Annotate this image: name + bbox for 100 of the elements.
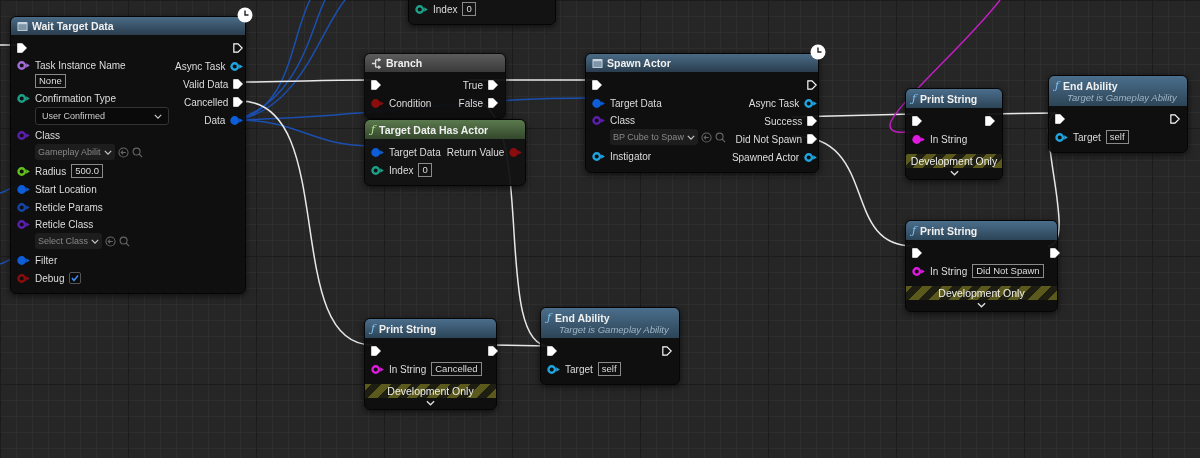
- pin-label: Instigator: [610, 150, 652, 162]
- node-title: Wait Target Data: [32, 20, 114, 32]
- exec-pin-icon[interactable]: [912, 116, 922, 126]
- pin-label: False: [458, 97, 483, 109]
- graph-node[interactable]: ƒ Print String In String Development Only: [905, 88, 1003, 180]
- function-icon: ƒ: [547, 311, 552, 324]
- pin-label: Valid Data: [183, 78, 229, 90]
- data-pin-icon[interactable]: [371, 364, 384, 374]
- pin-label: Condition: [389, 97, 432, 109]
- pin-label: Class: [610, 115, 635, 126]
- development-banner: Development Only: [906, 286, 1057, 300]
- value-field[interactable]: Cancelled: [431, 362, 482, 376]
- graph-node[interactable]: Spawn Actor Target Data Class BP Cube to Spaw Instigator Async Task Success Did Not Spawn Spawned Actor: [585, 53, 819, 173]
- pin-label: Data: [204, 114, 226, 126]
- data-pin-icon[interactable]: [17, 166, 30, 176]
- data-pin-icon[interactable]: [804, 152, 818, 162]
- exec-pin-icon[interactable]: [488, 80, 498, 90]
- arrow-left-icon[interactable]: [117, 146, 129, 158]
- graph-node[interactable]: Index 0: [408, 0, 556, 25]
- data-pin-icon[interactable]: [1055, 132, 1068, 142]
- caret-icon: [103, 149, 112, 155]
- search-icon[interactable]: [119, 235, 131, 247]
- node-title: Spawn Actor: [607, 57, 671, 69]
- exec-pin-icon[interactable]: [985, 116, 995, 126]
- node-title: Print String: [920, 224, 978, 237]
- exec-pin-icon[interactable]: [547, 346, 557, 356]
- exec-pin-icon[interactable]: [371, 80, 381, 90]
- exec-pin-icon[interactable]: [233, 79, 244, 89]
- branch-icon: [371, 57, 382, 69]
- data-pin-icon[interactable]: [592, 151, 605, 161]
- data-pin-icon[interactable]: [230, 61, 244, 71]
- window-icon: [17, 20, 28, 32]
- graph-node[interactable]: ƒ Print String In String Did Not Spawn Development Only: [905, 220, 1058, 312]
- pin-label: Did Not Spawn: [735, 133, 803, 145]
- graph-node[interactable]: ƒ End Ability Target is Gameplay Ability Target self: [540, 307, 680, 385]
- function-icon: ƒ: [371, 123, 376, 136]
- chevron-down-icon[interactable]: [949, 170, 959, 176]
- search-icon[interactable]: [131, 146, 143, 158]
- exec-pin-icon[interactable]: [807, 134, 818, 144]
- data-pin-icon[interactable]: [415, 4, 428, 14]
- pin-label: Filter: [35, 254, 58, 266]
- node-subtitle: Target is Gameplay Ability: [558, 324, 670, 335]
- exec-pin-icon[interactable]: [1049, 248, 1060, 258]
- value-field[interactable]: self: [1105, 130, 1129, 144]
- search-icon[interactable]: [714, 131, 726, 143]
- function-icon: ƒ: [371, 322, 376, 335]
- pin-label: Target Data: [610, 97, 662, 109]
- node-title: End Ability: [1063, 79, 1118, 92]
- graph-node[interactable]: ƒ Print String In String Cancelled Development Only: [364, 318, 497, 410]
- value-field[interactable]: 0: [418, 163, 432, 177]
- pin-label: Start Location: [35, 183, 97, 195]
- data-pin-icon[interactable]: [371, 165, 384, 175]
- graph-node[interactable]: [10, 16, 246, 294]
- exec-pin-icon[interactable]: [912, 248, 922, 258]
- graph-node[interactable]: Branch Condition True False: [364, 53, 506, 119]
- pin-label: Task Instance Name: [35, 60, 126, 71]
- pin-label: Target Data: [389, 146, 441, 158]
- class-dropdown[interactable]: Gameplay Abilit: [35, 144, 115, 160]
- exec-pin-icon[interactable]: [807, 116, 818, 126]
- data-pin-icon[interactable]: [912, 266, 925, 276]
- pin-label: Async Task: [748, 97, 800, 109]
- dropdown[interactable]: User Confirmed: [35, 107, 169, 125]
- class-dropdown[interactable]: BP Cube to Spaw: [610, 129, 698, 145]
- exec-pin-icon[interactable]: [488, 98, 498, 108]
- data-pin-icon[interactable]: [17, 61, 30, 70]
- pin-label: Radius: [35, 165, 67, 177]
- data-pin-icon[interactable]: [804, 98, 818, 108]
- chevron-down-icon[interactable]: [977, 302, 986, 308]
- arrow-left-icon[interactable]: [105, 235, 117, 247]
- exec-pin-icon[interactable]: [17, 43, 27, 53]
- value-field[interactable]: Did Not Spawn: [972, 264, 1044, 278]
- value-field[interactable]: 0: [462, 2, 476, 16]
- pin-label: Cancelled: [183, 96, 229, 108]
- function-icon: ƒ: [1055, 79, 1060, 92]
- class-dropdown[interactable]: Select Class: [35, 233, 103, 249]
- caret-icon: [686, 134, 695, 140]
- pin-label: True: [462, 79, 483, 91]
- chevron-down-icon[interactable]: [426, 400, 435, 406]
- value-field[interactable]: None: [35, 74, 66, 88]
- node-title: Print String: [920, 92, 978, 105]
- graph-node[interactable]: ƒ Target Data Has Actor Target Data Index 0 Return Value: [364, 119, 526, 186]
- exec-pin-icon[interactable]: [233, 97, 244, 107]
- data-pin-icon[interactable]: [17, 94, 30, 103]
- pin-label: In String: [930, 265, 968, 277]
- exec-pin-icon[interactable]: [1170, 114, 1180, 124]
- exec-pin-icon[interactable]: [807, 80, 818, 90]
- graph-node[interactable]: ƒ End Ability Target is Gameplay Ability Target self: [1048, 75, 1188, 153]
- data-pin-icon[interactable]: [547, 364, 560, 374]
- data-pin-icon[interactable]: [912, 134, 925, 144]
- value-field[interactable]: self: [597, 362, 621, 376]
- checkbox[interactable]: [69, 272, 82, 284]
- value-field[interactable]: 500.0: [71, 164, 103, 178]
- exec-pin-icon[interactable]: [592, 80, 602, 90]
- pin-label: Index: [389, 164, 414, 176]
- exec-pin-icon[interactable]: [371, 346, 381, 356]
- exec-pin-icon[interactable]: [662, 346, 672, 356]
- exec-pin-icon[interactable]: [487, 346, 498, 356]
- arrow-left-icon[interactable]: [700, 131, 712, 143]
- exec-pin-icon[interactable]: [1055, 114, 1065, 124]
- exec-pin-icon[interactable]: [233, 43, 244, 53]
